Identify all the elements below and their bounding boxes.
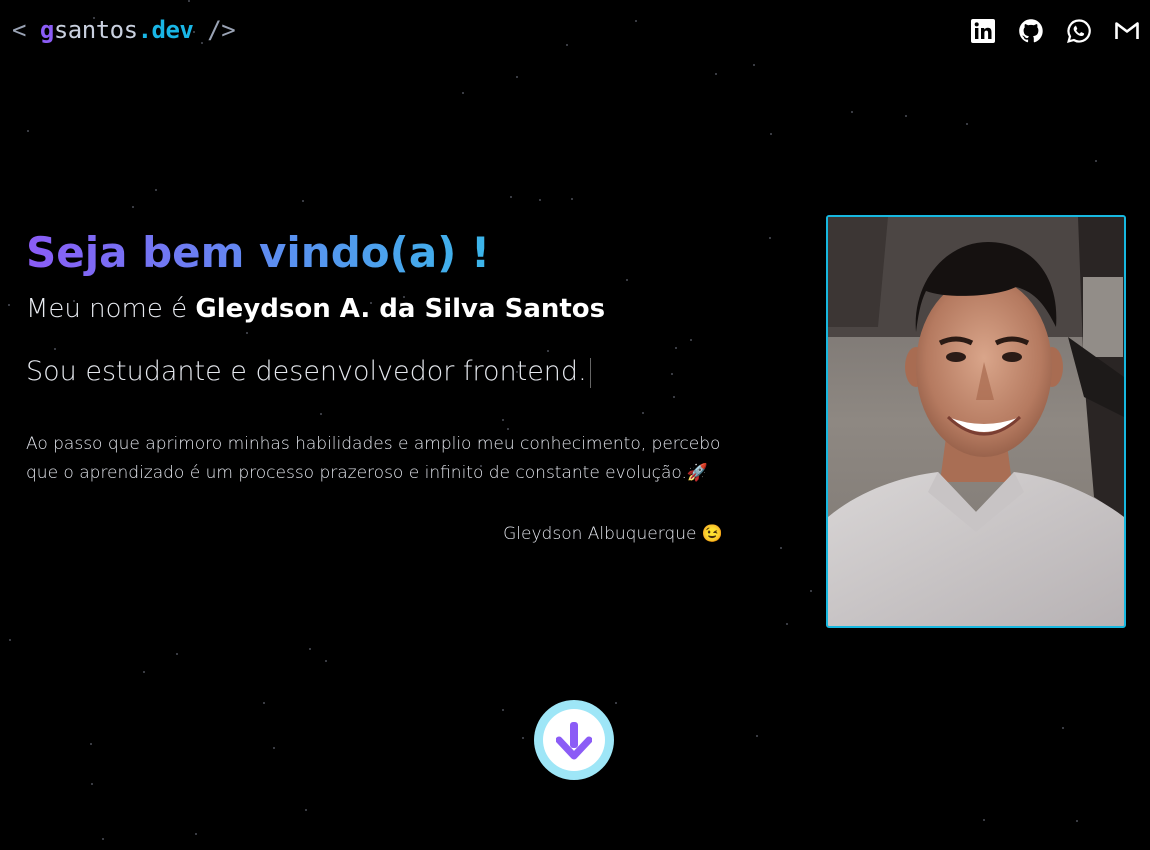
star-dot <box>642 412 644 414</box>
star-dot <box>1095 160 1097 162</box>
linkedin-icon <box>971 19 995 43</box>
star-dot <box>102 838 104 840</box>
scroll-down-button-inner <box>543 709 605 771</box>
star-dot <box>770 133 772 135</box>
star-dot <box>263 702 265 704</box>
social-links <box>970 18 1140 44</box>
star-dot <box>786 623 788 625</box>
star-dot <box>246 332 248 334</box>
logo-name: santos <box>53 16 138 44</box>
star-dot <box>510 196 512 198</box>
profile-photo-illustration <box>828 217 1124 626</box>
star-dot <box>132 206 134 208</box>
star-dot <box>90 743 92 745</box>
star-dot <box>753 64 755 66</box>
star-dot <box>522 737 524 739</box>
star-dot <box>462 92 464 94</box>
star-dot <box>966 123 968 125</box>
welcome-heading: Seja bem vindo(a) ! <box>26 228 491 277</box>
star-dot <box>547 350 549 352</box>
star-dot <box>566 44 568 46</box>
landing-page: < gsantos.dev /> Seja bem vindo(a) ! Meu… <box>0 0 1150 850</box>
logo-open-bracket: < <box>12 16 40 44</box>
star-dot <box>54 348 56 350</box>
logo-first-letter: g <box>39 16 54 44</box>
star-dot <box>539 199 541 201</box>
star-dot <box>91 783 93 785</box>
star-dot <box>626 279 628 281</box>
role-text: Sou estudante e desenvolvedor frontend. <box>26 356 587 387</box>
site-logo[interactable]: < gsantos.dev /> <box>12 16 236 44</box>
about-description: Ao passo que aprimoro minhas habilidades… <box>26 434 721 483</box>
star-dot <box>756 735 758 737</box>
intro-prefix: Meu nome é <box>26 294 196 324</box>
star-dot <box>195 833 197 835</box>
star-dot <box>769 237 771 239</box>
star-dot <box>502 709 504 711</box>
profile-photo <box>826 215 1126 628</box>
star-dot <box>155 189 157 191</box>
star-dot <box>690 339 692 341</box>
star-dot <box>9 639 11 641</box>
star-dot <box>905 115 907 117</box>
star-dot <box>615 702 617 704</box>
gmail-link[interactable] <box>1114 18 1140 44</box>
star-dot <box>176 653 178 655</box>
star-dot <box>305 809 307 811</box>
star-dot <box>302 200 304 202</box>
star-dot <box>27 130 29 132</box>
star-dot <box>309 648 311 650</box>
logo-close-bracket: /> <box>193 16 236 44</box>
typing-cursor <box>589 357 591 388</box>
role-typewriter: Sou estudante e desenvolvedor frontend. <box>26 356 591 388</box>
linkedin-link[interactable] <box>970 18 996 44</box>
arrow-down-icon <box>556 722 592 760</box>
whatsapp-icon <box>1067 19 1091 43</box>
star-dot <box>143 671 145 673</box>
star-dot <box>671 373 673 375</box>
signature: Gleydson Albuquerque 😉 <box>503 524 723 544</box>
star-dot <box>675 347 677 349</box>
github-link[interactable] <box>1018 18 1044 44</box>
star-dot <box>516 76 518 78</box>
star-dot <box>715 73 717 75</box>
star-dot <box>8 304 10 306</box>
star-dot <box>810 590 812 592</box>
star-dot <box>983 819 985 821</box>
star-dot <box>1062 727 1064 729</box>
star-dot <box>188 0 190 2</box>
github-icon <box>1019 19 1043 43</box>
whatsapp-link[interactable] <box>1066 18 1092 44</box>
scroll-down-button[interactable] <box>534 700 614 780</box>
star-dot <box>673 396 675 398</box>
star-dot <box>780 547 782 549</box>
gmail-icon <box>1115 22 1139 39</box>
star-dot <box>325 660 327 662</box>
star-dot <box>635 20 637 22</box>
star-dot <box>320 413 322 415</box>
star-dot <box>273 747 275 749</box>
star-dot <box>571 198 573 200</box>
star-dot <box>851 111 853 113</box>
star-dot <box>1076 820 1078 822</box>
logo-suffix: .dev <box>137 16 194 44</box>
star-dot <box>502 419 504 421</box>
intro-text: Meu nome é Gleydson A. da Silva Santos <box>26 294 605 324</box>
author-name: Gleydson A. da Silva Santos <box>195 294 606 324</box>
